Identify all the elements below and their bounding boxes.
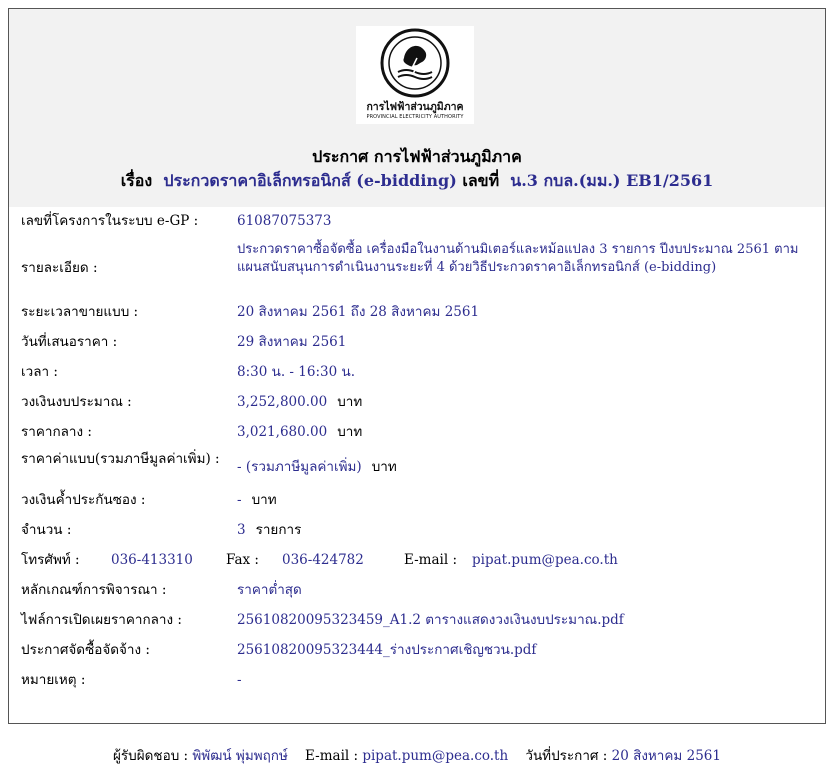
footer-email-label: E-mail :	[305, 748, 359, 764]
date-label: วันที่ประกาศ :	[525, 748, 608, 764]
value: 3,021,680.00	[237, 424, 328, 440]
value: 3,252,800.00	[237, 394, 328, 410]
label: เวลา :	[21, 364, 58, 380]
value-wrap: - (รวมภาษีมูลค่าเพิ่ม) บาท	[237, 458, 815, 476]
footer-email-link[interactable]: pipat.pum@pea.co.th	[362, 748, 508, 764]
value: 3	[237, 522, 246, 538]
unit: บาท	[337, 394, 363, 410]
number-label: เลขที่	[462, 171, 500, 190]
responsible-label: ผู้รับผิดชอบ :	[113, 748, 189, 764]
value: 8:30 น. - 16:30 น.	[237, 364, 355, 380]
announcement-header: การไฟฟ้าส่วนภูมิภาค PROVINCIAL ELECTRICI…	[9, 9, 825, 207]
label: วงเงินค้ำประกันซอง :	[21, 492, 146, 508]
label: ไฟล์การเปิดเผยราคากลาง :	[21, 612, 182, 628]
value: 20 สิงหาคม 2561 ถึง 28 สิงหาคม 2561	[237, 304, 480, 320]
label: ระยะเวลาขายแบบ :	[21, 304, 139, 320]
label: เลขที่โครงการในระบบ e-GP :	[21, 213, 199, 229]
label: วันที่เสนอราคา :	[21, 334, 118, 350]
value-wrap: 3,021,680.00 บาท	[237, 423, 815, 441]
fax-value: 036-424782	[282, 552, 364, 568]
value: -	[237, 492, 242, 508]
row-doc-price: ราคาค่าแบบ(รวมภาษีมูลค่าเพิ่ม) : - (รวมภ…	[21, 450, 816, 486]
announcement-subject: เรื่อง ประกวดราคาอิเล็กทรอนิกส์ (e-biddi…	[9, 169, 825, 194]
value: -	[237, 672, 242, 688]
announcement-title: ประกาศ การไฟฟ้าส่วนภูมิภาค	[312, 147, 522, 166]
value: ประกวดราคาซื้อจัดซื้อ เครื่องมือในงานด้า…	[237, 242, 799, 275]
subject-label: เรื่อง	[120, 171, 153, 190]
unit: บาท	[371, 459, 397, 475]
phone-value: 036-413310	[111, 552, 193, 568]
announcement-frame: การไฟฟ้าส่วนภูมิภาค PROVINCIAL ELECTRICI…	[8, 8, 826, 724]
announcement-footer: ผู้รับผิดชอบ : พิพัฒน์ พุ่มพฤกษ์ E-mail …	[0, 744, 834, 766]
pea-logo: การไฟฟ้าส่วนภูมิภาค PROVINCIAL ELECTRICI…	[356, 26, 474, 124]
disclosure-file-link[interactable]: 25610820095323459_A1.2 ตารางแสดงวงเงินงบ…	[237, 611, 815, 629]
pea-emblem-icon	[380, 28, 450, 98]
contact-email-label: E-mail :	[404, 552, 457, 568]
label: ราคาค่าแบบ(รวมภาษีมูลค่าเพิ่ม) :	[21, 451, 220, 467]
subject-value: ประกวดราคาอิเล็กทรอนิกส์ (e-bidding)	[163, 171, 457, 190]
label: หลักเกณฑ์การพิจารณา :	[21, 582, 167, 598]
value: 29 สิงหาคม 2561	[237, 334, 347, 350]
value-wrap: 3,252,800.00 บาท	[237, 393, 815, 411]
label: จำนวน :	[21, 522, 72, 538]
unit: บาท	[337, 424, 363, 440]
contact-email-link[interactable]: pipat.pum@pea.co.th	[472, 551, 618, 569]
value-wrap: 3 รายการ	[237, 521, 815, 539]
logo-text-th: การไฟฟ้าส่วนภูมิภาค	[366, 101, 464, 113]
value-wrap: - บาท	[237, 491, 815, 509]
announce-date: 20 สิงหาคม 2561	[611, 748, 721, 764]
responsible-name: พิพัฒน์ พุ่มพฤกษ์	[192, 748, 288, 764]
announcement-file-link[interactable]: 25610820095323444_ร่างประกาศเชิญชวน.pdf	[237, 641, 815, 659]
label: ประกาศจัดซื้อจัดจ้าง :	[21, 642, 150, 658]
value: - (รวมภาษีมูลค่าเพิ่ม)	[237, 459, 362, 475]
number-value: น.3 กบล.(มม.) EB1/2561	[510, 171, 714, 190]
logo-text-en: PROVINCIAL ELECTRICITY AUTHORITY	[366, 114, 464, 120]
label: หมายเหตุ :	[21, 672, 86, 688]
label: รายละเอียด :	[21, 260, 98, 276]
phone-label: โทรศัพท์ :	[21, 552, 80, 568]
unit: บาท	[251, 492, 277, 508]
value: ราคาต่ำสุด	[237, 582, 302, 598]
unit: รายการ	[255, 522, 302, 538]
value: 61087075373	[237, 213, 332, 229]
fax-label: Fax :	[226, 552, 259, 568]
row-description: รายละเอียด : ประกวดราคาซื้อจัดซื้อ เครื่…	[21, 241, 816, 297]
label: ราคากลาง :	[21, 424, 92, 440]
label: วงเงินงบประมาณ :	[21, 394, 132, 410]
